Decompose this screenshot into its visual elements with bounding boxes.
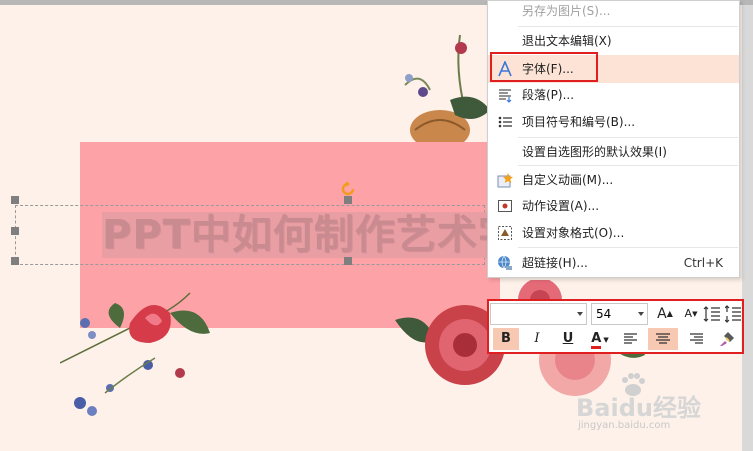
flower-decoration-top-right (404, 34, 490, 150)
paragraph-icon (499, 89, 512, 103)
menu-item-label: 动作设置(A)... (522, 199, 600, 213)
resize-handle-middle-left[interactable] (11, 227, 19, 235)
font-menu-highlight-annotation (490, 52, 598, 82)
menu-item-shortcut: Ctrl+K (683, 256, 723, 270)
menu-item-paragraph[interactable]: 段落(P)... (488, 81, 739, 109)
bullet-list-icon (498, 116, 512, 128)
rotate-handle-icon[interactable] (340, 181, 356, 197)
menu-item-label: 另存为图片(S)... (522, 4, 611, 18)
format-object-icon (498, 226, 512, 240)
menu-item-default-shape-effect[interactable]: 设置自选图形的默认效果(I) (488, 138, 739, 166)
menu-item-custom-animation[interactable]: 自定义动画(M)... (488, 166, 739, 194)
menu-item-label: 段落(P)... (522, 88, 575, 102)
text-box[interactable]: PPT中如何制作艺术字 (15, 205, 519, 265)
menu-item-exit-text-edit[interactable]: 退出文本编辑(X) (488, 27, 739, 55)
menu-item-label: 设置自选图形的默认效果(I) (522, 145, 667, 159)
menu-item-label: 自定义动画(M)... (522, 173, 614, 187)
resize-handle-top-middle[interactable] (344, 196, 352, 204)
resize-handle-bottom-left[interactable] (11, 257, 19, 265)
toolbar-highlight-annotation (487, 299, 744, 354)
action-settings-icon (498, 200, 512, 212)
menu-item-format-object[interactable]: 设置对象格式(O)... (488, 219, 739, 247)
hyperlink-globe-icon (498, 255, 512, 270)
resize-handle-bottom-middle[interactable] (344, 257, 352, 265)
watermark-url: jingyan.baidu.com (578, 420, 671, 431)
menu-item-bullets-numbering[interactable]: 项目符号和编号(B)... (488, 108, 739, 136)
menu-item-label: 退出文本编辑(X) (522, 34, 612, 48)
menu-item-save-as-picture[interactable]: 另存为图片(S)... (488, 0, 739, 25)
vertical-scrollbar[interactable] (742, 5, 753, 451)
flower-decoration-bottom-left (60, 292, 210, 416)
menu-item-label: 项目符号和编号(B)... (522, 115, 636, 129)
menu-item-hyperlink[interactable]: 超链接(H)... Ctrl+K (488, 249, 739, 277)
slide-title-text[interactable]: PPT中如何制作艺术字 (102, 212, 519, 258)
watermark-brand: Baidu经验 (576, 394, 701, 422)
watermark: Baidu经验 jingyan.baidu.com (576, 370, 746, 440)
menu-item-label: 超链接(H)... (522, 256, 588, 270)
menu-separator (518, 247, 738, 248)
menu-item-label: 设置对象格式(O)... (522, 226, 625, 240)
context-menu: 另存为图片(S)... 退出文本编辑(X) 字体(F)... 段落(P)... … (487, 0, 740, 278)
star-animation-icon (497, 173, 513, 188)
menu-item-action-settings[interactable]: 动作设置(A)... (488, 192, 739, 220)
resize-handle-top-left[interactable] (11, 196, 19, 204)
